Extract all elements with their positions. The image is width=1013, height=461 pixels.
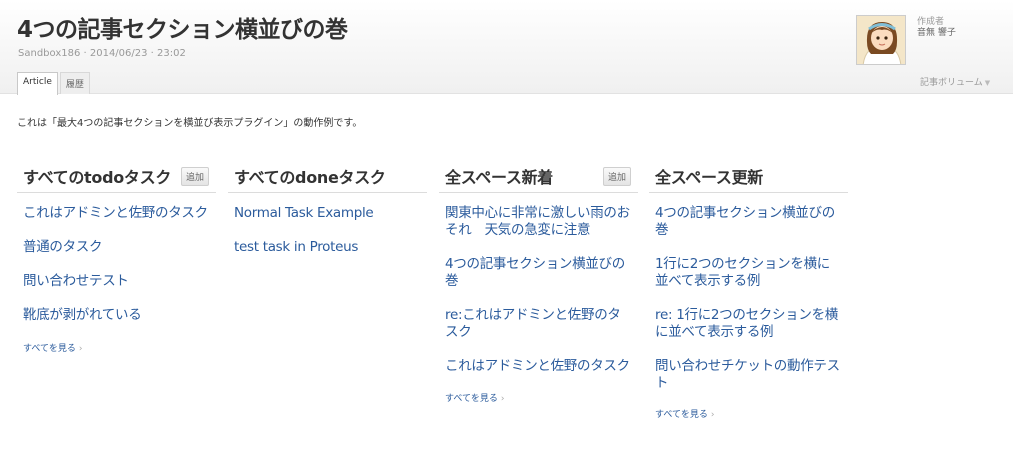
avatar[interactable] xyxy=(856,15,906,65)
section-title: すべてのdoneタスク xyxy=(234,168,386,187)
user-avatar-icon xyxy=(857,16,905,64)
section-all-spaces-new: 全スペース新着 追加 関東中心に非常に激しい雨のおそれ 天気の急変に注意 4つの… xyxy=(439,162,638,404)
list-item: これはアドミンと佐野のタスク xyxy=(23,205,210,222)
article-volume-label: 記事ボリューム xyxy=(920,78,983,88)
tab-history[interactable]: 履歴 xyxy=(59,72,90,94)
section-all-spaces-updated: 全スペース更新 4つの記事セクション横並びの巻 1行に2つのセクションを横に並べ… xyxy=(649,162,848,420)
item-link[interactable]: 4つの記事セクション横並びの巻 xyxy=(445,256,632,290)
list-item: 4つの記事セクション横並びの巻 xyxy=(655,205,842,239)
section-items: 関東中心に非常に激しい雨のおそれ 天気の急変に注意 4つの記事セクション横並びの… xyxy=(439,193,638,375)
caret-down-icon: ▼ xyxy=(984,79,991,87)
list-item: 1行に2つのセクションを横に並べて表示する例 xyxy=(655,256,842,290)
section-header: 全スペース新着 追加 xyxy=(439,162,638,193)
section-items: Normal Task Example test task in Proteus xyxy=(228,193,427,256)
section-header: すべてのdoneタスク xyxy=(228,162,427,193)
article-volume-menu[interactable]: 記事ボリューム ▼ xyxy=(920,75,990,88)
add-button[interactable]: 追加 xyxy=(602,167,631,186)
list-item: 4つの記事セクション横並びの巻 xyxy=(445,256,632,290)
item-link[interactable]: re:これはアドミンと佐野のタスク xyxy=(445,307,632,341)
item-link[interactable]: Normal Task Example xyxy=(234,205,421,222)
section-title: 全スペース新着 xyxy=(445,168,553,187)
chevron-right-icon: › xyxy=(78,344,83,354)
add-button[interactable]: 追加 xyxy=(180,167,209,186)
section-title: 全スペース更新 xyxy=(655,168,763,187)
section-title: すべてのtodoタスク xyxy=(23,168,172,187)
see-all-link[interactable]: すべてを見る › xyxy=(445,391,638,404)
item-link[interactable]: これはアドミンと佐野のタスク xyxy=(23,205,210,222)
item-link[interactable]: re: 1行に2つのセクションを横に並べて表示する例 xyxy=(655,307,842,341)
chevron-right-icon: › xyxy=(710,410,715,420)
item-link[interactable]: 問い合わせテスト xyxy=(23,273,210,290)
see-all-link[interactable]: すべてを見る › xyxy=(23,341,216,354)
item-link[interactable]: test task in Proteus xyxy=(234,239,421,256)
item-link[interactable]: 普通のタスク xyxy=(23,239,210,256)
list-item: re: 1行に2つのセクションを横に並べて表示する例 xyxy=(655,307,842,341)
see-all-label: すべてを見る xyxy=(23,344,76,354)
list-item: これはアドミンと佐野のタスク xyxy=(445,358,632,375)
list-item: 普通のタスク xyxy=(23,239,210,256)
tab-article[interactable]: Article xyxy=(17,72,58,95)
list-item: Normal Task Example xyxy=(234,205,421,222)
intro-text: これは「最大4つの記事セクションを横並び表示プラグイン」の動作例です。 xyxy=(17,118,363,129)
author-name[interactable]: 音無 響子 xyxy=(917,25,956,38)
list-item: 関東中心に非常に激しい雨のおそれ 天気の急変に注意 xyxy=(445,205,632,239)
list-item: test task in Proteus xyxy=(234,239,421,256)
list-item: 問い合わせチケットの動作テスト xyxy=(655,358,842,392)
chevron-right-icon: › xyxy=(500,394,505,404)
list-item: re:これはアドミンと佐野のタスク xyxy=(445,307,632,341)
list-item: 靴底が剥がれている xyxy=(23,307,210,324)
list-item: 問い合わせテスト xyxy=(23,273,210,290)
section-done-tasks: すべてのdoneタスク Normal Task Example test tas… xyxy=(228,162,427,273)
section-header: すべてのtodoタスク 追加 xyxy=(17,162,216,193)
section-header: 全スペース更新 xyxy=(649,162,848,193)
see-all-link[interactable]: すべてを見る › xyxy=(655,407,848,420)
item-link[interactable]: 靴底が剥がれている xyxy=(23,307,210,324)
page-header: 4つの記事セクション横並びの巻 Sandbox186 · 2014/06/23 … xyxy=(0,0,1013,95)
section-items: 4つの記事セクション横並びの巻 1行に2つのセクションを横に並べて表示する例 r… xyxy=(649,193,848,392)
item-link[interactable]: 4つの記事セクション横並びの巻 xyxy=(655,205,842,239)
item-link[interactable]: 問い合わせチケットの動作テスト xyxy=(655,358,842,392)
see-all-label: すべてを見る xyxy=(445,394,498,404)
article-meta: Sandbox186 · 2014/06/23 · 23:02 xyxy=(18,48,186,59)
item-link[interactable]: これはアドミンと佐野のタスク xyxy=(445,358,632,375)
section-todo-tasks: すべてのtodoタスク 追加 これはアドミンと佐野のタスク 普通のタスク 問い合… xyxy=(17,162,216,354)
item-link[interactable]: 関東中心に非常に激しい雨のおそれ 天気の急変に注意 xyxy=(445,205,632,239)
item-link[interactable]: 1行に2つのセクションを横に並べて表示する例 xyxy=(655,256,842,290)
section-items: これはアドミンと佐野のタスク 普通のタスク 問い合わせテスト 靴底が剥がれている xyxy=(17,193,216,324)
see-all-label: すべてを見る xyxy=(655,410,708,420)
article-tabs: Article 履歴 xyxy=(17,72,92,95)
page-title: 4つの記事セクション横並びの巻 xyxy=(17,17,348,43)
